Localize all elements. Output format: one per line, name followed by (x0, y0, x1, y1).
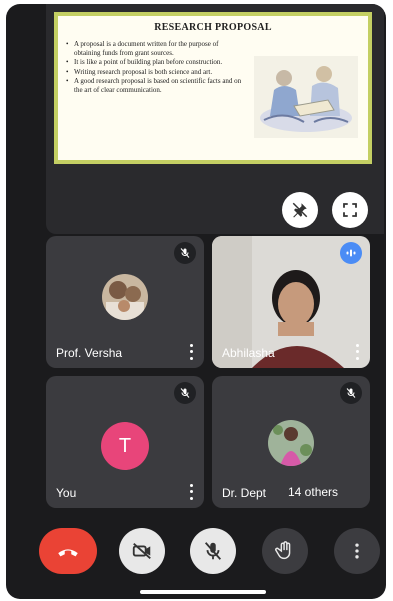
pin-off-icon (292, 202, 308, 218)
raise-hand-icon (275, 541, 291, 560)
slide-bullet: It is like a point of building plan befo… (66, 58, 246, 67)
slide-bullet: A proposal is a document written for the… (66, 40, 246, 57)
others-count-label[interactable]: 14 others (284, 484, 343, 500)
muted-indicator (174, 382, 196, 404)
muted-indicator (340, 382, 362, 404)
mic-off-icon (180, 388, 190, 398)
participant-name: You (56, 486, 77, 500)
presentation-slide: RESEARCH PROPOSAL A proposal is a docume… (54, 12, 372, 164)
more-vert-icon (355, 543, 359, 559)
camera-toggle-button[interactable] (119, 528, 165, 574)
slide-bullet: Writing research proposal is both scienc… (66, 68, 246, 77)
mic-off-icon (204, 542, 222, 560)
raise-hand-button[interactable] (262, 528, 308, 574)
participant-name: Prof. Versha (56, 346, 123, 360)
participant-more-button[interactable] (350, 342, 364, 362)
slide-bullet-list: A proposal is a document written for the… (66, 40, 246, 96)
participant-name: Dr. Dept (222, 486, 267, 500)
slide-illustration (254, 56, 358, 138)
fullscreen-button[interactable] (332, 192, 368, 228)
more-options-button[interactable] (334, 528, 380, 574)
participant-tile[interactable]: Dr. Dept 14 others (212, 376, 370, 508)
unpin-presentation-button[interactable] (282, 192, 318, 228)
audio-wave-icon (346, 249, 356, 257)
slide-title: RESEARCH PROPOSAL (154, 22, 272, 33)
speaking-indicator (340, 242, 362, 264)
mic-off-icon (346, 388, 356, 398)
muted-indicator (174, 242, 196, 264)
participant-tile[interactable]: Abhilasha (212, 236, 370, 368)
mic-off-icon (180, 248, 190, 258)
avatar (102, 274, 148, 320)
participant-name: Abhilasha (222, 346, 275, 360)
end-call-button[interactable] (39, 528, 97, 574)
mic-toggle-button[interactable] (190, 528, 236, 574)
participant-tile[interactable]: T You (46, 376, 204, 508)
avatar: T (101, 422, 149, 470)
slide-bullet: A good research proposal is based on sci… (66, 77, 246, 94)
avatar (268, 420, 314, 466)
camera-off-icon (132, 542, 151, 560)
participant-more-button[interactable] (184, 342, 198, 362)
fullscreen-icon (343, 203, 357, 217)
participant-more-button[interactable] (184, 482, 198, 502)
end-call-icon (58, 549, 78, 557)
meeting-screen: RESEARCH PROPOSAL A proposal is a docume… (6, 4, 386, 599)
participant-tile[interactable]: Prof. Versha (46, 236, 204, 368)
presentation-tile[interactable]: RESEARCH PROPOSAL A proposal is a docume… (46, 4, 384, 234)
home-indicator[interactable] (140, 590, 266, 594)
